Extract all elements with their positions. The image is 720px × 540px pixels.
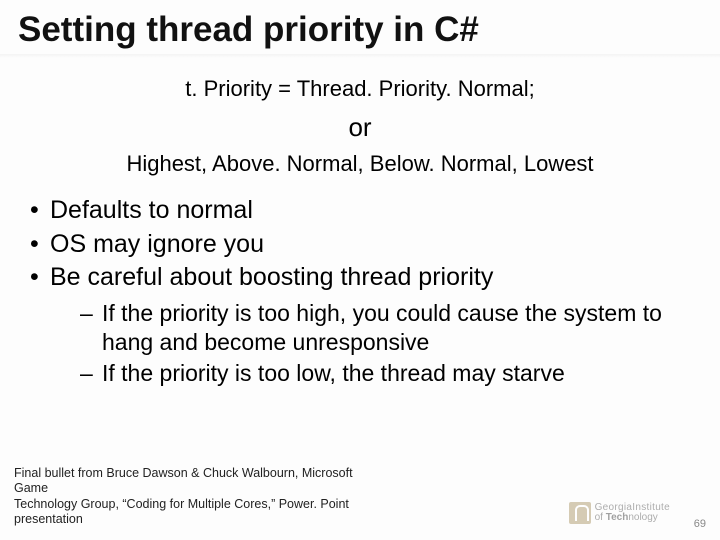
footnote: Final bullet from Bruce Dawson & Chuck W… xyxy=(14,466,384,529)
logo-line2-tech: Tech xyxy=(606,512,629,523)
main-bullet-list: Defaults to normal OS may ignore you Be … xyxy=(18,195,702,387)
sub-bullet-item: If the priority is too high, you could c… xyxy=(80,299,702,357)
logo-line2-of: of xyxy=(595,512,606,523)
slide-title: Setting thread priority in C# xyxy=(18,10,702,50)
footnote-line: Final bullet from Bruce Dawson & Chuck W… xyxy=(14,466,353,496)
logo-line2-nology: nology xyxy=(628,512,657,523)
priority-options: Highest, Above. Normal, Below. Normal, L… xyxy=(18,151,702,177)
code-snippet: t. Priority = Thread. Priority. Normal; xyxy=(18,76,702,102)
or-text: or xyxy=(18,112,702,143)
bullet-text: Be careful about boosting thread priorit… xyxy=(50,263,493,291)
bullet-item: Be careful about boosting thread priorit… xyxy=(28,262,702,388)
sub-bullet-list: If the priority is too high, you could c… xyxy=(50,299,702,387)
logo-icon xyxy=(569,502,591,524)
page-number: 69 xyxy=(694,518,706,530)
title-divider xyxy=(0,54,720,58)
logo-text: GeorgiaInstitute of Technology xyxy=(595,503,670,523)
bullet-item: OS may ignore you xyxy=(28,229,702,260)
sub-bullet-item: If the priority is too low, the thread m… xyxy=(80,359,702,388)
slide: Setting thread priority in C# t. Priorit… xyxy=(0,0,720,540)
logo-line2: of Technology xyxy=(595,513,670,523)
bullet-item: Defaults to normal xyxy=(28,195,702,226)
georgia-tech-logo: GeorgiaInstitute of Technology xyxy=(569,502,670,524)
footnote-line: Technology Group, “Coding for Multiple C… xyxy=(14,497,349,527)
